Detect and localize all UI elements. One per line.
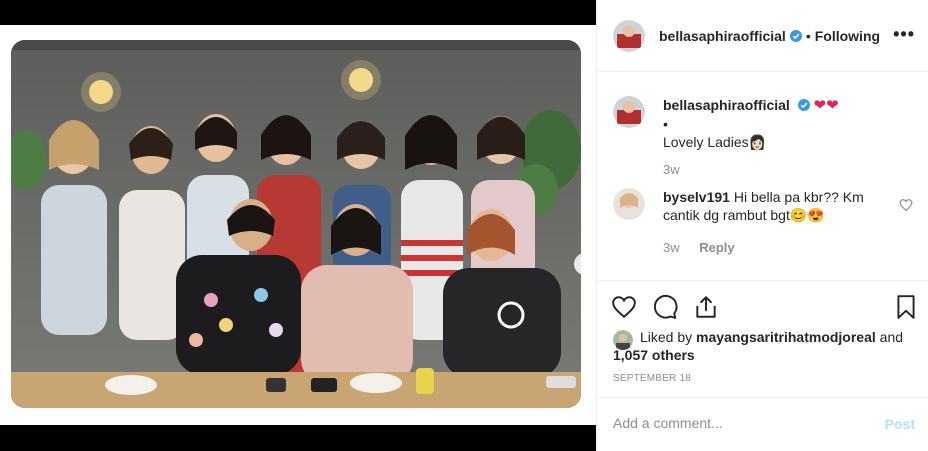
post-actions: Liked by mayangsaritrihatmodjoreal and 1… (597, 280, 928, 384)
likes-text: Liked by mayangsaritrihatmodjoreal and (640, 328, 910, 346)
post-date[interactable]: SEPTEMBER 18 (613, 373, 691, 384)
comment-timestamp[interactable]: 3w (663, 240, 680, 255)
comment-meta: 3w Reply (663, 240, 735, 255)
reply-button[interactable]: Reply (699, 240, 734, 255)
comment-bubble-icon[interactable] (652, 294, 678, 320)
comment-body: byselv191 Hi bella pa kbr?? Km cantik dg… (663, 188, 883, 224)
share-icon[interactable] (693, 294, 719, 320)
author-username[interactable]: bellasaphiraofficial (659, 28, 786, 44)
commenter-username[interactable]: byselv191 (663, 189, 730, 205)
like-heart-icon[interactable] (611, 294, 637, 320)
post-side-panel: bellasaphiraofficial • Following ••• bel… (596, 0, 928, 451)
liker-username[interactable]: mayangsaritrihatmodjoreal (696, 329, 876, 345)
post-photo[interactable]: › (11, 40, 581, 408)
add-comment-input[interactable] (613, 415, 873, 431)
comment-emoji: 😊😍 (789, 207, 825, 223)
caption-timestamp[interactable]: 3w (663, 162, 680, 177)
following-button[interactable]: Following (815, 28, 880, 44)
comment-like-heart-icon[interactable] (899, 198, 913, 212)
verified-badge-icon (789, 29, 802, 42)
author-avatar[interactable] (613, 19, 645, 52)
likes-count[interactable]: 1,057 others (613, 346, 695, 364)
post-comment-button[interactable]: Post (885, 416, 915, 432)
follow-separator: • (805, 27, 811, 44)
hearts-emoji: ❤❤ (813, 97, 839, 114)
bookmark-icon[interactable] (893, 294, 919, 320)
liked-by-prefix: Liked by (640, 329, 693, 345)
liked-by-conjunction: and (879, 329, 904, 345)
post-header: bellasaphiraofficial • Following ••• (597, 0, 928, 72)
caption-text: Lovely Ladies (663, 134, 749, 150)
post-media: › (0, 25, 596, 425)
more-options-icon[interactable]: ••• (893, 24, 915, 45)
face-emoji-icon: 👩🏻 (748, 134, 767, 150)
caption-author-avatar[interactable] (613, 96, 645, 128)
caption-body: bellasaphiraofficial ❤❤ • Lovely Ladies👩… (663, 96, 913, 151)
caption-bullet: • (663, 116, 668, 132)
verified-badge-icon (797, 99, 810, 111)
commenter-avatar[interactable] (613, 188, 645, 220)
group-photo-illustration (11, 40, 581, 408)
caption-username[interactable]: bellasaphiraofficial (663, 97, 790, 113)
add-comment-bar: Post (597, 397, 928, 451)
